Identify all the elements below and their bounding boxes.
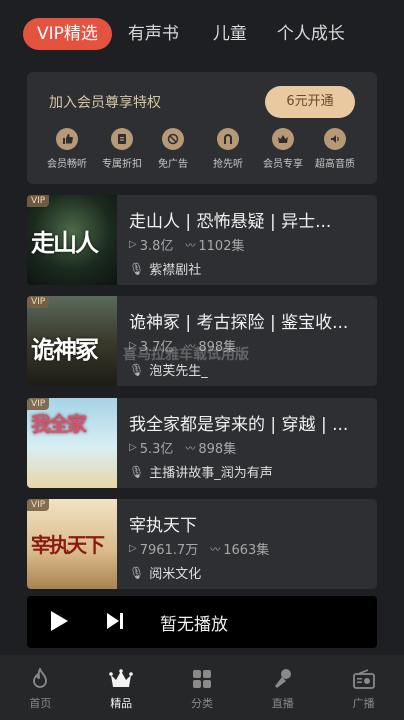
exclusive-icon: [272, 128, 294, 150]
mini-player[interactable]: 暂无播放: [27, 596, 377, 648]
book-meta: ▷ 7961.7万 〰 1663集: [129, 539, 269, 558]
nav-live[interactable]: 直播: [242, 655, 323, 720]
book-author: 紫襟剧社: [149, 263, 202, 278]
perk-label: 会员专享: [263, 159, 303, 170]
perk-item[interactable]: 超高音质: [305, 128, 365, 170]
hq-audio-icon: [324, 128, 346, 150]
book-title: 走山人 | 恐怖悬疑 | 异士...: [129, 212, 332, 232]
vip-badge: VIP: [27, 499, 50, 511]
book-title: 我全家都是穿来的 | 穿越 | ...: [129, 415, 349, 435]
microphone-icon: 🎙: [129, 565, 145, 580]
book-cover: 宰执天下 VIP: [27, 499, 117, 589]
book-author: 阅米文化: [149, 567, 202, 582]
play-count-icon: ▷: [129, 442, 137, 453]
play-icon[interactable]: [49, 610, 69, 636]
book-cover: 诡神冢 VIP: [27, 296, 117, 386]
top-tabs: VIP精选 有声书 儿童 个人成长: [0, 14, 404, 54]
bottom-nav: 首页 精品 分类 直播 广播: [0, 655, 404, 720]
vip-title: 加入会员尊享特权: [49, 95, 161, 111]
vip-subscribe-button[interactable]: 6元开通: [265, 86, 355, 118]
book-cover: 走山人 VIP: [27, 195, 117, 285]
vip-badge: VIP: [27, 195, 50, 207]
book-item[interactable]: 我全家 VIP 我全家都是穿来的 | 穿越 | ... ▷ 5.3亿 〰 898…: [27, 398, 377, 488]
discount-icon: [111, 128, 133, 150]
book-author: 主播讲故事_润为有声: [149, 466, 273, 481]
book-title: 诡神冢 | 考古探险 | 鉴宝收...: [129, 313, 349, 333]
play-count-icon: ▷: [129, 239, 137, 250]
nav-radio[interactable]: 广播: [323, 655, 404, 720]
player-status: 暂无播放: [160, 615, 228, 635]
cover-title: 诡神冢: [31, 335, 99, 364]
perk-item[interactable]: 免广告: [143, 128, 203, 170]
book-item[interactable]: 走山人 VIP 走山人 | 恐怖悬疑 | 异士... ▷ 3.8亿 〰 1102…: [27, 195, 377, 285]
perk-label: 超高音质: [315, 159, 355, 170]
episode-count: 1663集: [223, 543, 270, 558]
episodes-icon: 〰: [210, 545, 221, 556]
perk-label: 免广告: [158, 159, 188, 170]
book-meta: ▷ 3.8亿 〰 1102集: [129, 235, 244, 254]
tab-audiobook[interactable]: 有声书: [128, 18, 179, 50]
play-count-icon: ▷: [129, 543, 137, 554]
nav-home[interactable]: 首页: [0, 655, 81, 720]
trial-watermark: 喜马拉雅车载试用版: [123, 347, 249, 363]
perk-label: 抢先听: [213, 159, 243, 170]
fire-icon: [0, 667, 81, 691]
nav-premium[interactable]: 精品: [81, 655, 162, 720]
tab-personal-growth[interactable]: 个人成长: [277, 18, 345, 50]
nav-label: 首页: [29, 697, 52, 710]
microphone-icon: [242, 667, 323, 691]
cover-title: 走山人: [31, 228, 99, 257]
episode-count: 1102集: [198, 239, 245, 254]
episodes-icon: 〰: [185, 241, 196, 252]
perk-list: 会员畅听 专属折扣 免广告 抢先听 会员专享 超高音质: [27, 128, 377, 178]
thumb-icon: [56, 128, 78, 150]
book-author-row: 🎙 阅米文化: [129, 563, 202, 583]
perk-item[interactable]: 会员畅听: [37, 128, 97, 170]
early-listen-icon: [217, 128, 239, 150]
nav-label: 广播: [352, 697, 375, 710]
radio-icon: [323, 667, 404, 691]
microphone-icon: 🎙: [129, 464, 145, 479]
cover-title: 我全家: [31, 412, 87, 436]
nav-label: 精品: [110, 697, 133, 710]
book-item[interactable]: 诡神冢 VIP 诡神冢 | 考古探险 | 鉴宝收... ▷ 3.7亿 〰 898…: [27, 296, 377, 386]
book-title: 宰执天下: [129, 516, 197, 536]
episode-count: 898集: [198, 442, 237, 457]
microphone-icon: 🎙: [129, 362, 145, 377]
no-ads-icon: [162, 128, 184, 150]
book-author-row: 🎙 主播讲故事_润为有声: [129, 462, 273, 482]
perk-item[interactable]: 抢先听: [198, 128, 258, 170]
vip-badge: VIP: [27, 398, 50, 410]
crown-icon: [81, 667, 162, 691]
nav-category[interactable]: 分类: [162, 655, 243, 720]
play-count: 7961.7万: [139, 543, 199, 558]
episodes-icon: 〰: [185, 444, 196, 455]
perk-label: 会员畅听: [47, 159, 87, 170]
microphone-icon: 🎙: [129, 261, 145, 276]
tab-vip[interactable]: VIP精选: [23, 18, 112, 50]
book-cover: 我全家 VIP: [27, 398, 117, 488]
vip-promo-card: 加入会员尊享特权 6元开通 会员畅听 专属折扣 免广告 抢先听 会员专享 超高音…: [27, 72, 377, 184]
play-count: 3.8亿: [139, 239, 174, 254]
grid-icon: [162, 667, 243, 691]
nav-label: 分类: [190, 697, 213, 710]
nav-label: 直播: [271, 697, 294, 710]
play-count: 5.3亿: [139, 442, 174, 457]
vip-badge: VIP: [27, 296, 50, 308]
next-track-icon[interactable]: [105, 611, 125, 635]
book-author-row: 🎙 紫襟剧社: [129, 259, 202, 279]
cover-title: 宰执天下: [31, 533, 105, 557]
book-meta: ▷ 5.3亿 〰 898集: [129, 438, 236, 457]
tab-kids[interactable]: 儿童: [213, 18, 247, 50]
perk-item[interactable]: 会员专享: [253, 128, 313, 170]
book-item[interactable]: 宰执天下 VIP 宰执天下 ▷ 7961.7万 〰 1663集 🎙 阅米文化: [27, 499, 377, 589]
